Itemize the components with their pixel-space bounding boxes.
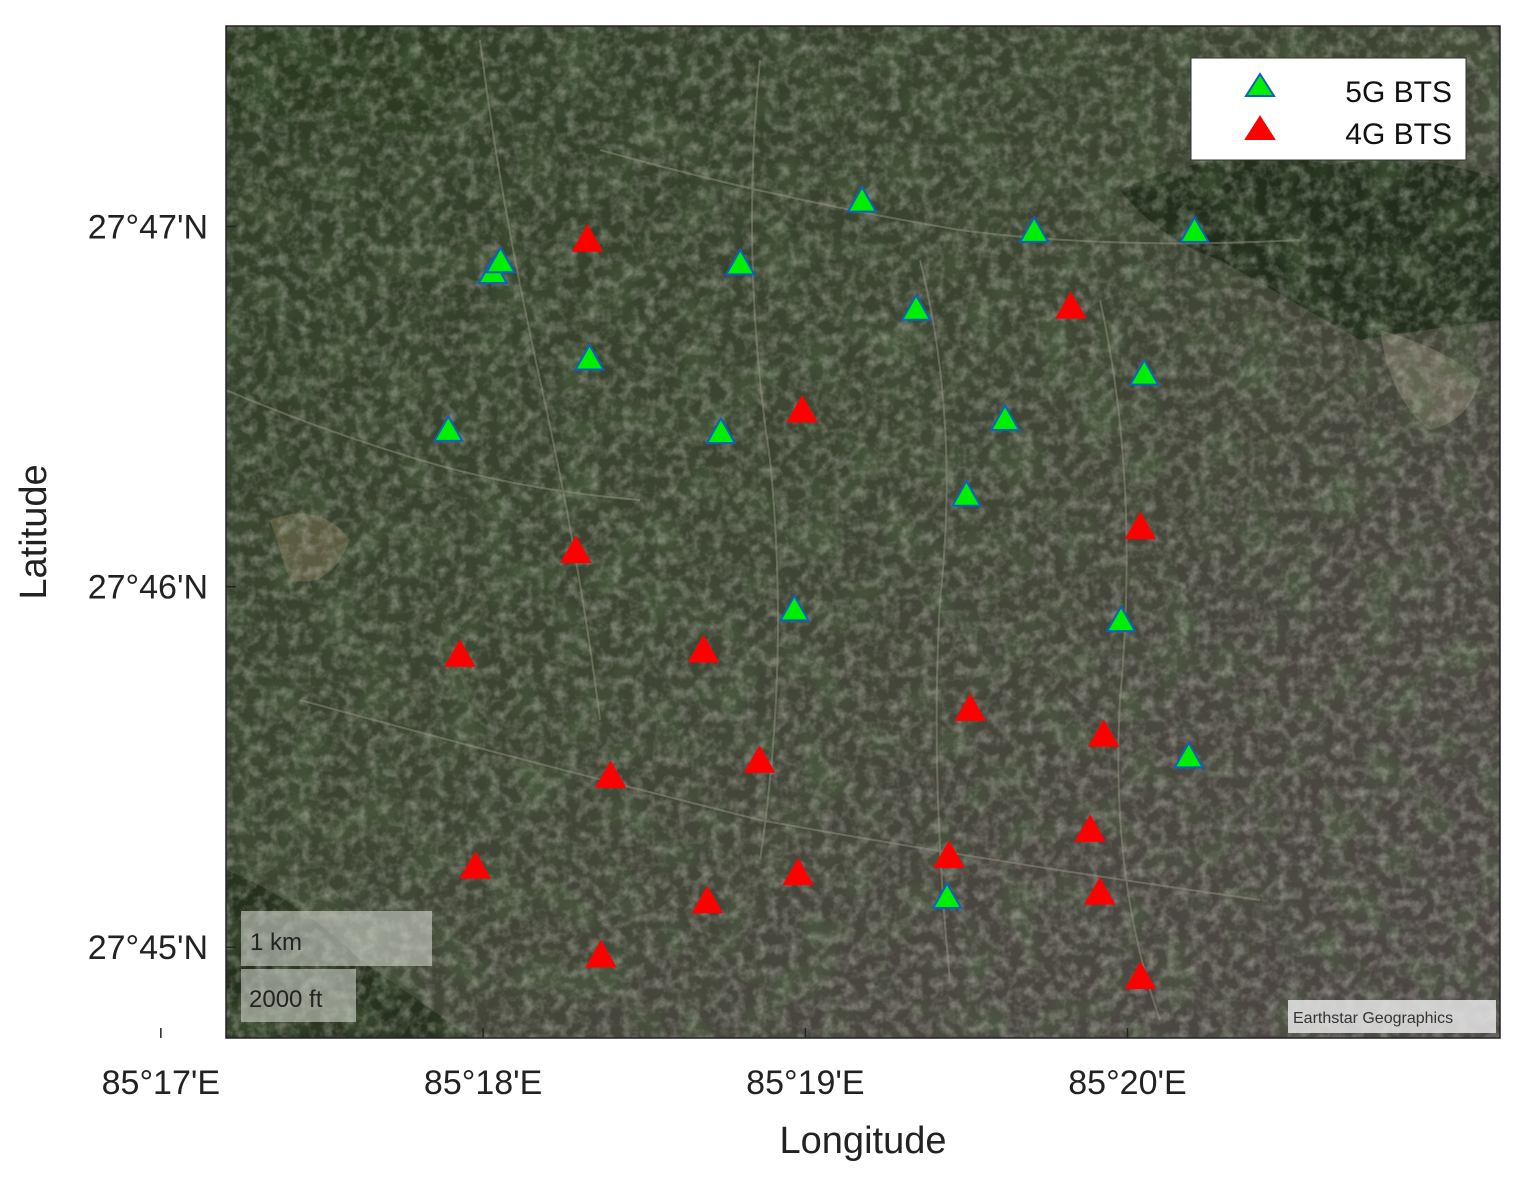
x-axis-title: Longitude <box>780 1120 947 1162</box>
y-tick-label: 27°46'N <box>88 569 208 607</box>
y-tick-label: 27°47'N <box>88 208 208 246</box>
y-axis-title: Latitude <box>13 464 55 599</box>
satellite-basemap: 1 km 2000 ft Earthstar Geographics <box>226 26 1500 1038</box>
legend-5g-label: 5G BTS <box>1345 76 1452 109</box>
x-tick-label: 85°17'E <box>102 1064 220 1102</box>
legend: 5G BTS 4G BTS <box>1190 57 1467 161</box>
x-tick-label: 85°19'E <box>746 1064 864 1102</box>
scale-bar-imperial-label: 2000 ft <box>249 986 323 1013</box>
map-figure: 1 km 2000 ft Earthstar Geographics 85°17… <box>0 0 1525 1183</box>
x-tick-label: 85°20'E <box>1068 1064 1186 1102</box>
y-tick-label: 27°45'N <box>88 929 208 967</box>
scale-bar-metric-label: 1 km <box>250 929 302 956</box>
map-svg: 1 km 2000 ft Earthstar Geographics 85°17… <box>13 25 1501 1162</box>
y-axis-ticks: 27°47'N 27°46'N 27°45'N <box>88 208 236 967</box>
basemap-attribution: Earthstar Geographics <box>1293 1010 1453 1027</box>
x-axis-ticks: 85°17'E 85°18'E 85°19'E 85°20'E <box>102 1028 1187 1102</box>
x-tick-label: 85°18'E <box>424 1064 542 1102</box>
legend-4g-label: 4G BTS <box>1345 118 1452 151</box>
